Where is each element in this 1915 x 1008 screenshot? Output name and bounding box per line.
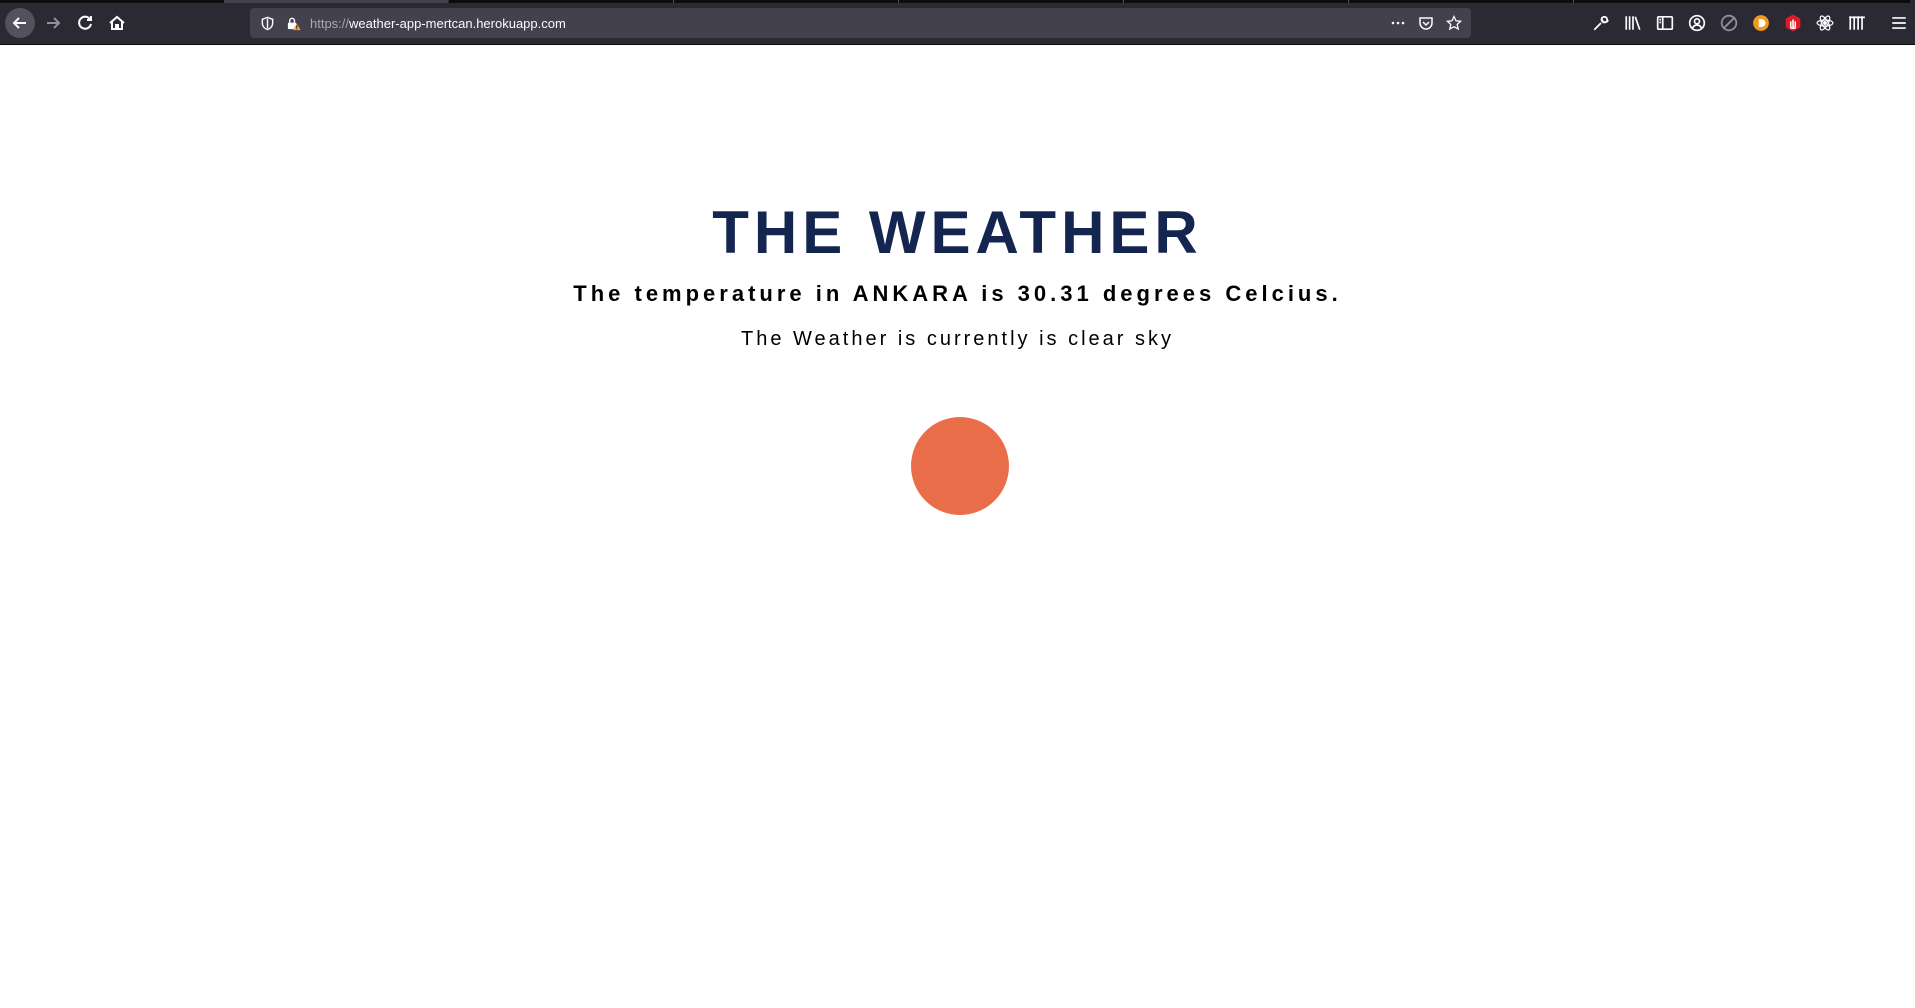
home-icon	[109, 15, 125, 30]
wrench-icon[interactable]	[1591, 13, 1611, 33]
react-atom-icon[interactable]	[1815, 13, 1835, 33]
columns-icon[interactable]	[1847, 13, 1867, 33]
conditions-text: The Weather is currently is clear sky	[741, 328, 1174, 350]
tab[interactable]	[1349, 0, 1573, 3]
page-title: THE WEATHER	[712, 199, 1203, 266]
sun-icon	[911, 417, 1009, 515]
temperature-text: The temperature in ANKARA is 30.31 degre…	[573, 281, 1342, 306]
tab-active[interactable]	[224, 0, 448, 3]
star-icon[interactable]	[1445, 14, 1463, 32]
page-content: THE WEATHER The temperature in ANKARA is…	[0, 45, 1915, 1008]
url-actions	[1389, 8, 1463, 38]
sidebar-icon[interactable]	[1655, 13, 1675, 33]
url-scheme: https://	[310, 15, 350, 31]
shield-icon[interactable]	[258, 14, 276, 32]
pocket-icon[interactable]	[1417, 14, 1435, 32]
url-host: weather-app-mertcan.herokuapp.com	[349, 15, 566, 31]
arrow-left-icon	[12, 17, 26, 29]
url-text[interactable]: https://weather-app-mertcan.herokuapp.co…	[310, 16, 566, 31]
reload-button[interactable]	[70, 8, 100, 38]
tab[interactable]	[0, 0, 224, 3]
tab[interactable]	[674, 0, 898, 3]
account-icon[interactable]	[1687, 13, 1707, 33]
arrow-right-icon	[47, 17, 61, 29]
tab[interactable]	[899, 0, 1123, 3]
tab[interactable]	[449, 0, 673, 3]
toolbar-right	[1591, 8, 1909, 38]
browser-toolbar: https://weather-app-mertcan.herokuapp.co…	[0, 0, 1915, 45]
lock-warning-icon[interactable]	[284, 14, 302, 32]
forward-button[interactable]	[38, 8, 68, 38]
reload-icon	[78, 15, 92, 30]
red-hand-icon[interactable]	[1783, 13, 1803, 33]
url-bar[interactable]: https://weather-app-mertcan.herokuapp.co…	[250, 8, 1471, 38]
hamburger-menu-icon[interactable]	[1889, 13, 1909, 33]
orange-extension-icon[interactable]	[1751, 13, 1771, 33]
ellipsis-icon[interactable]	[1389, 14, 1407, 32]
tab-strip	[0, 0, 1915, 4]
tab[interactable]	[1574, 0, 1910, 3]
back-button[interactable]	[5, 8, 35, 38]
home-button[interactable]	[102, 8, 132, 38]
blocked-circle-icon[interactable]	[1719, 13, 1739, 33]
library-icon[interactable]	[1623, 13, 1643, 33]
tab[interactable]	[1124, 0, 1348, 3]
